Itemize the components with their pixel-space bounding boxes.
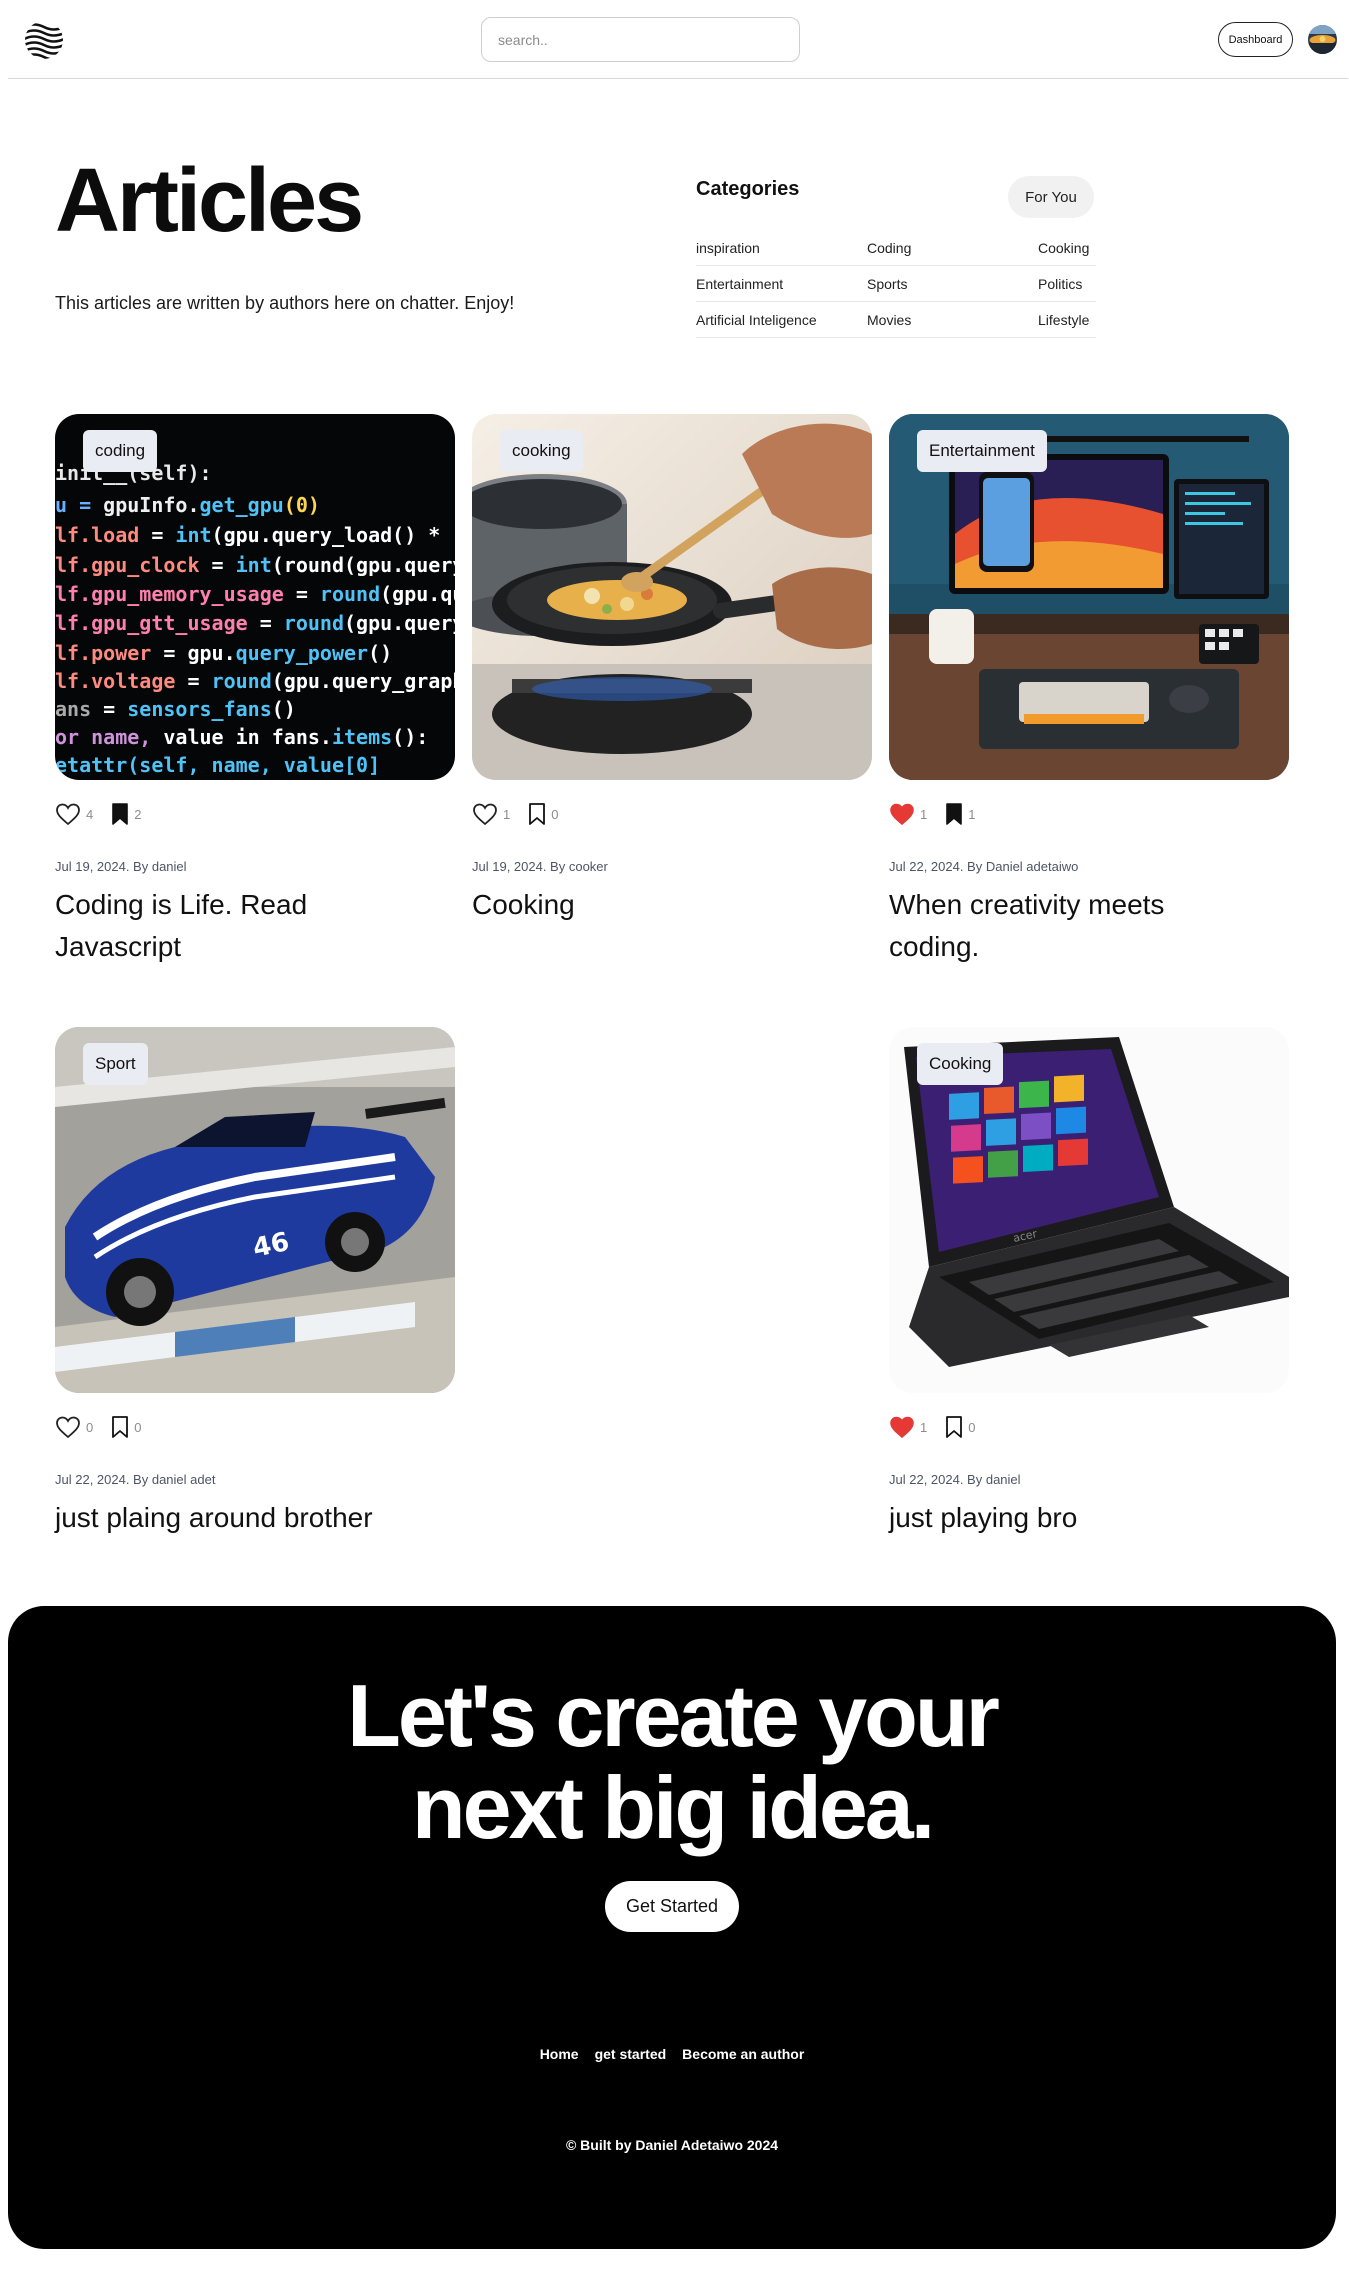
- bookmark-count: 0: [134, 1419, 142, 1435]
- bookmark-outline-icon[interactable]: [111, 1415, 129, 1439]
- article-stats: 0 0: [55, 1413, 159, 1441]
- bookmark-outline-icon[interactable]: [528, 802, 546, 826]
- article-card[interactable]: init__(self): u = gpuInfo.get_gpu(0) lf.…: [55, 414, 455, 962]
- category-lifestyle[interactable]: Lifestyle: [1038, 302, 1096, 338]
- bookmark-count: 0: [551, 806, 559, 822]
- svg-text:ans = sensors_fans(): ans = sensors_fans(): [55, 697, 296, 721]
- svg-text:lf.gpu_gtt_usage = round(gpu.q: lf.gpu_gtt_usage = round(gpu.query: [55, 611, 455, 635]
- article-stats: 1 0: [889, 1413, 993, 1441]
- race-car-image[interactable]: 46 Sport: [55, 1027, 455, 1393]
- user-avatar[interactable]: [1308, 25, 1337, 54]
- top-navbar: Dashboard: [0, 0, 1349, 79]
- category-tag: Cooking: [917, 1043, 1004, 1085]
- category-tag: cooking: [500, 430, 583, 472]
- footer-link-become-author[interactable]: Become an author: [682, 2046, 804, 2062]
- heart-outline-icon[interactable]: [472, 802, 498, 826]
- category-coding[interactable]: Coding: [867, 230, 1038, 266]
- logo-icon[interactable]: [22, 18, 66, 62]
- heart-filled-icon[interactable]: [889, 1415, 915, 1439]
- article-stats: 1 0: [472, 800, 576, 828]
- svg-text:or name, value in fans.items(): or name, value in fans.items():: [55, 725, 428, 749]
- footer-link-home[interactable]: Home: [540, 2046, 579, 2062]
- category-tag: Sport: [83, 1043, 148, 1085]
- category-tag: Entertainment: [917, 430, 1047, 472]
- article-stats: 4 2: [55, 800, 159, 828]
- svg-text:u = gpuInfo.get_gpu(0): u = gpuInfo.get_gpu(0): [55, 493, 320, 517]
- footer-nav: Home get started Become an author: [8, 2046, 1336, 2062]
- article-meta: Jul 19, 2024. By daniel: [55, 859, 187, 874]
- category-cooking[interactable]: Cooking: [1038, 230, 1096, 266]
- code-screen-image[interactable]: init__(self): u = gpuInfo.get_gpu(0) lf.…: [55, 414, 455, 780]
- bookmark-count: 1: [968, 806, 976, 822]
- bookmark-filled-icon[interactable]: [111, 802, 129, 826]
- heart-outline-icon[interactable]: [55, 1415, 81, 1439]
- header-divider: [8, 78, 1348, 79]
- get-started-button[interactable]: Get Started: [605, 1881, 739, 1932]
- bookmark-filled-icon[interactable]: [945, 802, 963, 826]
- search-input[interactable]: [481, 17, 800, 62]
- like-count: 1: [920, 806, 928, 822]
- desk-setup-image[interactable]: Entertainment: [889, 414, 1289, 780]
- footer-cta-section: Let's create your next big idea. Get Sta…: [8, 1606, 1336, 2249]
- svg-text:lf.gpu_memory_usage = round(gp: lf.gpu_memory_usage = round(gpu.qu: [55, 582, 455, 606]
- category-entertainment[interactable]: Entertainment: [696, 266, 867, 302]
- heart-filled-icon[interactable]: [889, 802, 915, 826]
- cta-headline: Let's create your next big idea.: [8, 1670, 1336, 1854]
- svg-text:lf.power = gpu.query_power(): lf.power = gpu.query_power(): [55, 641, 392, 665]
- footer-link-get-started[interactable]: get started: [595, 2046, 667, 2062]
- like-count: 0: [86, 1419, 94, 1435]
- article-title[interactable]: When creativity meets coding.: [889, 884, 1249, 968]
- for-you-button[interactable]: For You: [1008, 176, 1094, 218]
- category-artificial-intelligence[interactable]: Artificial Inteligence: [696, 302, 867, 338]
- like-count: 1: [920, 1419, 928, 1435]
- article-card[interactable]: cooking 1 0 Jul 19, 2024. By cooker Cook…: [472, 414, 872, 920]
- page-title: Articles: [55, 151, 364, 251]
- category-movies[interactable]: Movies: [867, 302, 1038, 338]
- page-subtitle: This articles are written by authors her…: [55, 293, 515, 313]
- like-count: 1: [503, 806, 511, 822]
- article-card[interactable]: 46 Sport 0 0 Jul 22, 2024. By daniel ade…: [55, 1027, 455, 1533]
- article-title[interactable]: just playing bro: [889, 1497, 1249, 1539]
- svg-text:lf.voltage = round(gpu.query_g: lf.voltage = round(gpu.query_graphi: [55, 669, 455, 693]
- svg-text:lf.load = int(gpu.query_load(): lf.load = int(gpu.query_load() *: [55, 523, 440, 547]
- laptop-image[interactable]: acer Cooking: [889, 1027, 1289, 1393]
- article-title[interactable]: Cooking: [472, 884, 832, 926]
- categories-list: inspiration Coding Cooking Entertainment…: [696, 230, 1096, 338]
- cooking-pan-image[interactable]: cooking: [472, 414, 872, 780]
- article-title[interactable]: just plaing around brother: [55, 1497, 415, 1539]
- bookmark-count: 0: [968, 1419, 976, 1435]
- svg-text:etattr(self, name, value[0]: etattr(self, name, value[0]: [55, 753, 380, 777]
- categories-heading: Categories: [696, 178, 800, 200]
- article-title[interactable]: Coding is Life. Read Javascript: [55, 884, 415, 968]
- article-stats: 1 1: [889, 800, 993, 828]
- category-inspiration[interactable]: inspiration: [696, 230, 867, 266]
- copyright-text: © Built by Daniel Adetaiwo 2024: [565, 2137, 779, 2153]
- category-sports[interactable]: Sports: [867, 266, 1038, 302]
- article-meta: Jul 22, 2024. By daniel adet: [55, 1472, 216, 1487]
- cta-line-2: next big idea.: [411, 1758, 935, 1857]
- article-meta: Jul 22, 2024. By daniel: [889, 1472, 1021, 1487]
- article-meta: Jul 19, 2024. By cooker: [472, 859, 608, 874]
- bookmark-outline-icon[interactable]: [945, 1415, 963, 1439]
- heart-outline-icon[interactable]: [55, 802, 81, 826]
- article-card[interactable]: Entertainment 1 1 Jul 22, 2024. By Danie…: [889, 414, 1289, 962]
- category-tag: coding: [83, 430, 158, 472]
- dashboard-button[interactable]: Dashboard: [1218, 22, 1293, 57]
- article-meta: Jul 22, 2024. By Daniel adetaiwo: [889, 859, 1079, 874]
- category-politics[interactable]: Politics: [1038, 266, 1096, 302]
- cta-line-1: Let's create your: [347, 1666, 1000, 1765]
- like-count: 4: [86, 806, 94, 822]
- bookmark-count: 2: [134, 806, 142, 822]
- svg-text:lf.gpu_clock = int(round(gpu.q: lf.gpu_clock = int(round(gpu.query: [55, 553, 455, 577]
- article-card[interactable]: acer Cooking 1 0 Jul 22, 2024. By daniel…: [889, 1027, 1289, 1533]
